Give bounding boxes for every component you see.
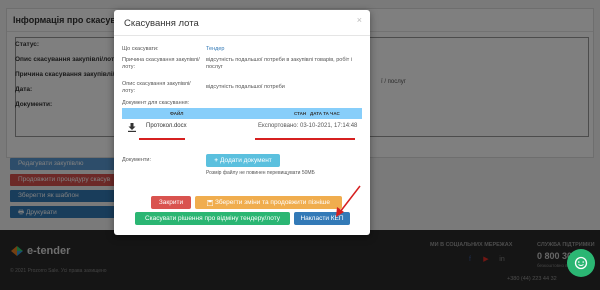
annotation-arrow xyxy=(336,185,361,217)
